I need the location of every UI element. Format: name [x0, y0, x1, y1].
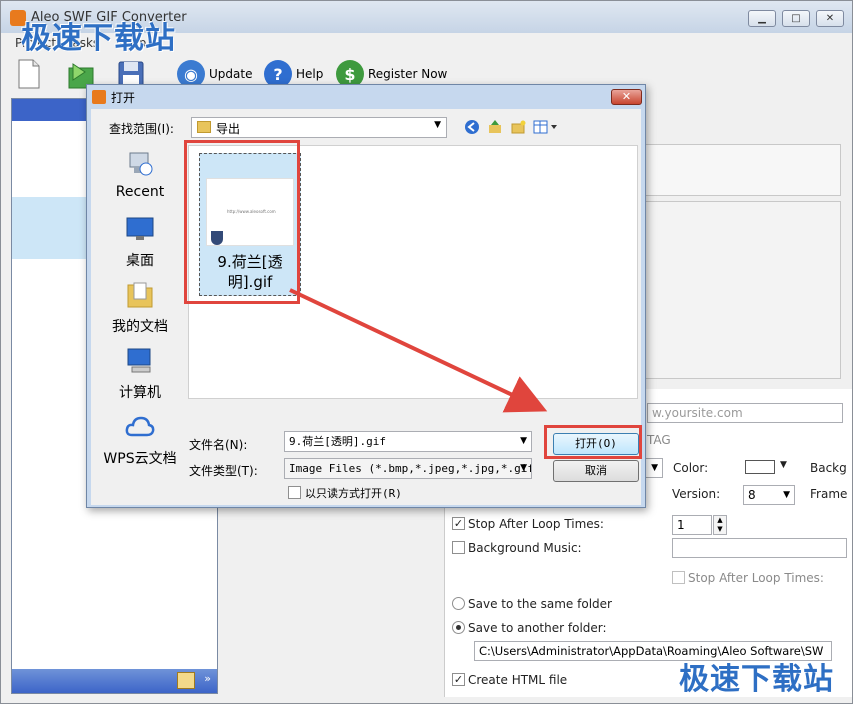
place-recent[interactable]: Recent [97, 147, 183, 200]
close-button[interactable]: ✕ [816, 10, 844, 27]
color-swatch[interactable] [745, 460, 775, 474]
save-same-folder-label: Save to the same folder [468, 597, 612, 611]
url-input[interactable]: w.yoursite.com [647, 403, 843, 423]
place-label: Recent [115, 184, 165, 200]
filename-label: 文件名(N): [189, 438, 248, 452]
place-label: 计算机 [119, 385, 161, 401]
filename-value: 9.荷兰[透明].gif [289, 435, 386, 448]
dialog-body: 查找范围(I): 导出 ▼ Recent 桌面 我的文档 计算机 WPS云文档 … [91, 109, 642, 505]
dialog-app-icon [92, 90, 106, 104]
version-value: 8 [748, 488, 756, 502]
save-another-folder-label: Save to another folder: [468, 621, 607, 635]
watermark-bottom: 极速下载站 [679, 662, 834, 697]
frame-label: Frame [810, 487, 848, 501]
left-panel-footer: » [12, 669, 217, 693]
place-computer[interactable]: 计算机 [97, 345, 183, 402]
update-label: Update [209, 67, 253, 81]
place-desktop[interactable]: 桌面 [97, 213, 183, 270]
place-label: 我的文档 [112, 319, 168, 335]
look-in-value: 导出 [216, 122, 241, 136]
loop-times-input[interactable]: 1 [672, 515, 712, 535]
folder-icon [197, 121, 211, 133]
background-music-input[interactable] [672, 538, 847, 558]
place-label: WPS云文档 [103, 451, 177, 467]
computer-icon [127, 348, 151, 373]
stop-after-loop-checkbox-2[interactable] [672, 571, 685, 584]
version-select[interactable]: 8 ▼ [743, 485, 795, 505]
place-label: 桌面 [126, 253, 154, 269]
cloud-icon [125, 416, 155, 437]
loop-times-spinner[interactable]: ▲ ▼ [713, 515, 727, 535]
readonly-checkbox[interactable] [288, 486, 301, 499]
create-html-label: Create HTML file [468, 673, 568, 687]
tag-select[interactable]: ▼ [645, 458, 663, 478]
filename-input[interactable]: 9.荷兰[透明].gif ▼ [284, 431, 532, 452]
look-in-label: 查找范围(I): [109, 122, 174, 136]
highlight-box-open-button [544, 425, 642, 459]
place-documents[interactable]: 我的文档 [97, 279, 183, 336]
stop-after-loop-checkbox[interactable]: ✓ [452, 517, 465, 530]
background-label: Backg [810, 461, 847, 475]
view-menu-icon[interactable] [533, 119, 559, 135]
tag-label: TAG [647, 433, 671, 447]
highlight-box-file [184, 140, 300, 304]
save-another-folder-radio[interactable] [452, 621, 465, 634]
save-same-folder-radio[interactable] [452, 597, 465, 610]
color-label: Color: [673, 461, 709, 475]
background-music-checkbox[interactable] [452, 541, 465, 554]
cancel-button[interactable]: 取消 [553, 460, 639, 482]
dialog-title: 打开 [111, 91, 136, 105]
filetype-label: 文件类型(T): [189, 464, 258, 478]
back-icon[interactable] [464, 119, 480, 135]
places-bar: Recent 桌面 我的文档 计算机 WPS云文档 [97, 147, 183, 499]
dialog-close-button[interactable]: ✕ [611, 89, 642, 105]
desktop-icon [126, 217, 154, 240]
stop-after-loop-label-2: Stop After Loop Times: [688, 571, 824, 585]
stop-after-loop-label: Stop After Loop Times: [468, 517, 604, 531]
color-dropdown-icon[interactable]: ▼ [780, 460, 787, 470]
filetype-select[interactable]: Image Files (*.bmp,*.jpeg,*.jpg,*.gif ▼ [284, 458, 532, 479]
register-label: Register Now [368, 67, 448, 81]
recent-icon [129, 152, 153, 176]
chevron-down-icon[interactable]: ▼ [520, 432, 527, 451]
chevron-down-icon[interactable]: ▼ [520, 459, 527, 478]
note-icon[interactable] [177, 672, 195, 689]
maximize-button[interactable]: □ [782, 10, 810, 27]
help-label: Help [296, 67, 324, 81]
documents-folder-icon [127, 282, 153, 308]
place-wps-cloud[interactable]: WPS云文档 [97, 411, 183, 468]
preview-area [641, 144, 841, 196]
version-label: Version: [672, 487, 721, 501]
up-folder-icon[interactable] [487, 119, 503, 135]
dialog-title-bar: 打开 ✕ [87, 85, 645, 109]
new-folder-icon[interactable] [510, 119, 526, 135]
chevron-down-icon: ▼ [434, 120, 441, 130]
preview-area-2 [641, 201, 841, 379]
look-in-select[interactable]: 导出 ▼ [191, 117, 447, 138]
watermark: 极速下载站 [21, 21, 176, 56]
filetype-value: Image Files (*.bmp,*.jpeg,*.jpg,*.gif [289, 462, 532, 475]
background-music-label: Background Music: [468, 541, 582, 555]
readonly-label: 以只读方式打开(R) [305, 487, 402, 500]
minimize-button[interactable]: ▁ [748, 10, 776, 27]
new-file-icon[interactable] [13, 58, 45, 90]
expand-icon[interactable]: » [204, 672, 211, 685]
open-dialog: 打开 ✕ 查找范围(I): 导出 ▼ Recent 桌面 我的文档 计算机 WP… [86, 84, 646, 508]
create-html-checkbox[interactable]: ✓ [452, 673, 465, 686]
